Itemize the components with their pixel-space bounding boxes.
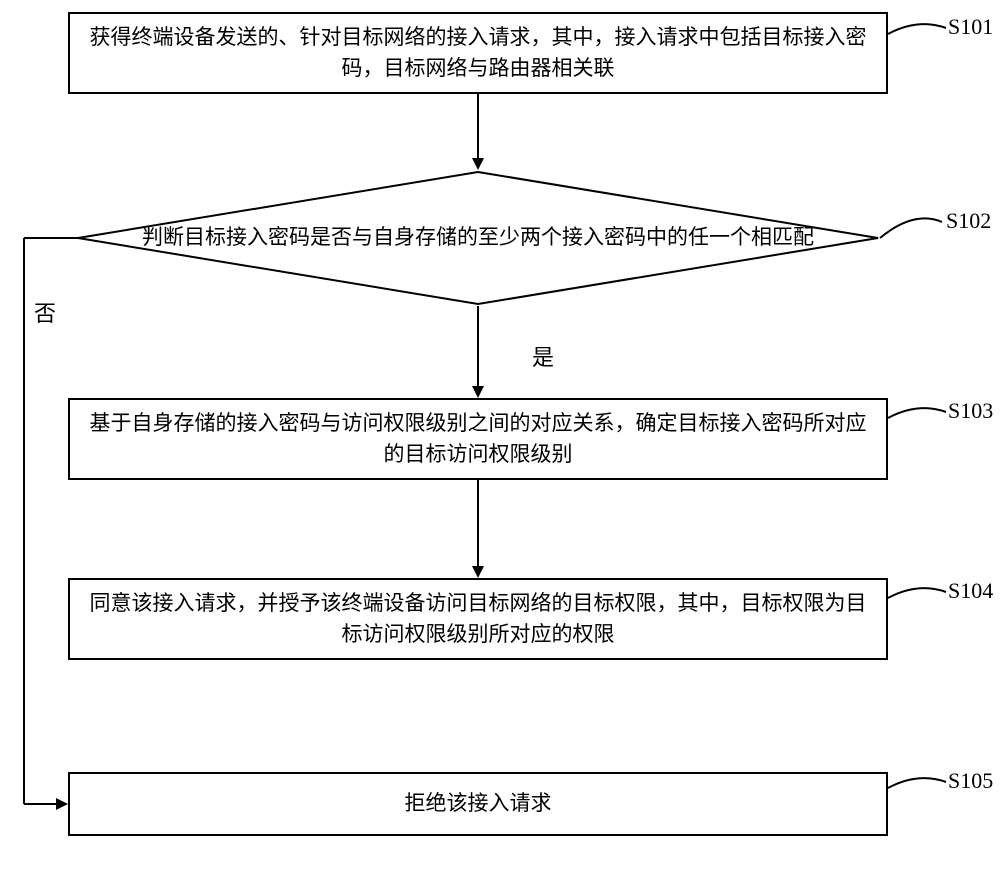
leader-s103 [888, 404, 948, 434]
step-s105-box: 拒绝该接入请求 [68, 772, 888, 836]
step-s103-text: 基于自身存储的接入密码与访问权限级别之间的对应关系，确定目标接入密码所对应的目标… [80, 408, 876, 471]
leader-s102 [880, 214, 946, 246]
label-s102: S102 [946, 208, 991, 234]
label-s104: S104 [948, 578, 993, 604]
step-s102-diamond: 判断目标接入密码是否与自身存储的至少两个接入密码中的任一个相匹配 [76, 170, 880, 306]
edge-no: 否 [34, 296, 56, 328]
arrow-s103-s104 [471, 480, 485, 578]
step-s101-text: 获得终端设备发送的、针对目标网络的接入请求，其中，接入请求中包括目标接入密码，目… [80, 22, 876, 85]
label-s103: S103 [948, 398, 993, 424]
label-s101: S101 [948, 14, 993, 40]
step-s103-box: 基于自身存储的接入密码与访问权限级别之间的对应关系，确定目标接入密码所对应的目标… [68, 398, 888, 480]
leader-s105 [888, 774, 948, 804]
step-s104-box: 同意该接入请求，并授予该终端设备访问目标网络的目标权限，其中，目标权限为目标访问… [68, 578, 888, 660]
arrow-s102-s103 [471, 306, 485, 398]
step-s105-text: 拒绝该接入请求 [405, 788, 552, 820]
step-s102-text: 判断目标接入密码是否与自身存储的至少两个接入密码中的任一个相匹配 [142, 222, 814, 254]
step-s104-text: 同意该接入请求，并授予该终端设备访问目标网络的目标权限，其中，目标权限为目标访问… [80, 588, 876, 651]
label-s105: S105 [948, 768, 993, 794]
leader-s101 [888, 20, 948, 50]
leader-s104 [888, 584, 948, 614]
arrow-s101-s102 [471, 94, 485, 170]
edge-yes: 是 [532, 340, 554, 372]
step-s101-box: 获得终端设备发送的、针对目标网络的接入请求，其中，接入请求中包括目标接入密码，目… [68, 12, 888, 94]
